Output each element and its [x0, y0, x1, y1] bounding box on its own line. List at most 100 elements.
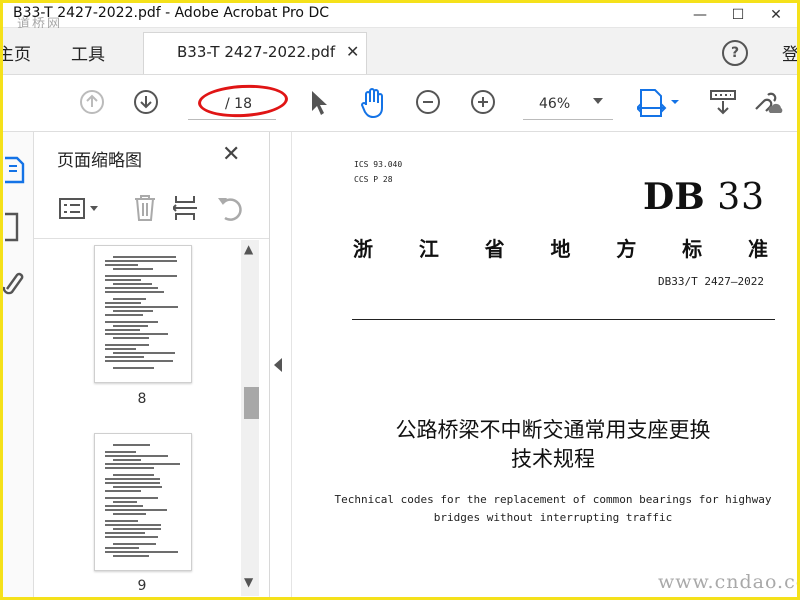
minimize-icon[interactable]: —: [685, 6, 715, 24]
thumbnail-text-line: [105, 306, 178, 308]
standard-name-char: 方: [616, 237, 637, 261]
standard-name-char: 浙: [353, 237, 373, 261]
thumbnail-text-line: [105, 451, 136, 453]
db-logo-number: 33: [717, 177, 766, 218]
panel-title: 页面缩略图: [57, 151, 142, 171]
standard-name-char: 江: [418, 237, 439, 261]
thumbnail-panel: 页面缩略图 ✕ 8 9 ▲ ▼: [34, 132, 270, 597]
tab-tools[interactable]: 工具: [71, 40, 105, 65]
zoom-in-button[interactable]: [471, 90, 495, 114]
thumbnail-list: 8 9: [34, 240, 259, 597]
thumbnail-options-icon[interactable]: [59, 198, 103, 220]
page-thumbnail[interactable]: [94, 433, 192, 571]
next-page-button[interactable]: [134, 90, 158, 114]
login-button[interactable]: 登: [782, 40, 797, 65]
thumbnail-text-line: [113, 501, 137, 503]
thumbnail-text-line: [105, 275, 177, 277]
pointer-icon[interactable]: [309, 89, 331, 117]
divider: [352, 319, 775, 320]
thumbnail-text-line: [105, 509, 167, 511]
thumbnail-text-line: [105, 329, 140, 331]
thumbnail-text-line: [105, 356, 144, 358]
bookmark-icon[interactable]: [3, 212, 25, 244]
thumbnail-text-line: [113, 459, 141, 461]
arrow-down-icon: [140, 96, 152, 109]
thumbnail-text-line: [105, 344, 149, 346]
standard-name: 浙 江 省 地 方 标 准: [353, 233, 768, 262]
thumbnail-text-line: [105, 520, 138, 522]
link-cloud-icon[interactable]: [750, 89, 784, 117]
attachment-icon[interactable]: [3, 267, 25, 297]
scrollbar-thumb[interactable]: [244, 387, 259, 419]
minus-icon: [423, 101, 433, 103]
thumbnail-text-line: [105, 455, 168, 457]
thumbnail-text-line: [105, 463, 180, 465]
thumbnail-text-line: [113, 528, 161, 530]
thumbnail-text-line: [113, 513, 146, 515]
zoom-value: 46%: [539, 96, 571, 112]
zoom-out-button[interactable]: [416, 90, 440, 114]
download-tool-icon[interactable]: [709, 89, 737, 117]
plus-icon: [478, 97, 488, 107]
thumbnail-text-line: [113, 367, 154, 369]
help-icon[interactable]: ?: [722, 40, 748, 66]
tab-home[interactable]: 主页: [3, 40, 31, 65]
thumbnail-scrollbar[interactable]: ▲ ▼: [241, 240, 259, 596]
insert-page-icon[interactable]: [173, 194, 199, 222]
thumbnail-text-line: [105, 348, 136, 350]
thumbnail-text-line: [113, 337, 149, 339]
thumbnail-text-line: [113, 543, 156, 545]
rotate-icon[interactable]: [214, 194, 244, 222]
thumbnail-text-line: [105, 497, 158, 499]
thumbnail-text-line: [105, 279, 141, 281]
previous-page-button[interactable]: [80, 90, 104, 114]
close-tab-icon[interactable]: ✕: [346, 42, 359, 61]
thumbnail-text-line: [113, 474, 154, 476]
ics-code: ICS 93.040: [354, 160, 403, 169]
zoom-select[interactable]: 46%: [523, 89, 613, 120]
thumbnail-text-line: [105, 482, 160, 484]
tab-document[interactable]: B33-T 2427-2022.pdf ✕: [143, 32, 367, 74]
thumbnail-text-line: [105, 547, 139, 549]
hand-tool-icon[interactable]: [358, 87, 388, 119]
trash-icon[interactable]: [133, 194, 157, 222]
thumbnail-text-line: [113, 352, 175, 354]
thumbnail-text-line: [105, 291, 164, 293]
english-title: Technical codes for the replacement of c…: [333, 491, 773, 527]
standard-name-char: 地: [550, 237, 571, 261]
panel-toolbar: [34, 178, 269, 239]
thumbnail-text-line: [105, 333, 168, 335]
thumbnail-text-line: [105, 260, 177, 262]
thumbnail-text-line: [113, 310, 153, 312]
title-bar: B33-T 2427-2022.pdf - Adobe Acrobat Pro …: [3, 3, 797, 32]
thumbnail-page-number: 8: [137, 391, 147, 407]
chinese-title: 公路桥梁不中断交通常用支座更换 技术规程: [333, 416, 773, 474]
toolbar: / 18 46%: [3, 75, 797, 132]
scroll-up-icon[interactable]: ▲: [244, 242, 253, 256]
thumbnail-text-line: [105, 490, 141, 492]
fit-page-icon[interactable]: [637, 86, 683, 120]
thumbnail-text-line: [113, 268, 153, 270]
ccs-code: CCS P 28: [354, 175, 393, 184]
collapse-panel-icon[interactable]: [274, 358, 282, 372]
maximize-icon[interactable]: ☐: [723, 6, 753, 24]
english-title-line: bridges without interrupting traffic: [433, 511, 673, 524]
thumbnail-page-number: 9: [137, 578, 147, 594]
scroll-down-icon[interactable]: ▼: [244, 575, 253, 589]
close-window-icon[interactable]: ✕: [761, 6, 791, 24]
page-thumbnails-icon[interactable]: [3, 154, 25, 184]
thumbnail-text-line: [113, 444, 150, 446]
thumbnail-text-line: [105, 478, 160, 480]
thumbnail-text-line: [105, 536, 158, 538]
thumbnail-text-line: [113, 555, 149, 557]
close-panel-icon[interactable]: ✕: [222, 142, 240, 167]
db-logo-letters: DB: [643, 176, 705, 218]
chinese-title-line: 公路桥梁不中断交通常用支座更换: [395, 418, 711, 442]
thumbnail-text-line: [105, 314, 143, 316]
thumbnail-text-line: [105, 551, 178, 553]
thumbnail-text-line: [113, 486, 162, 488]
page-thumbnail[interactable]: [94, 245, 192, 383]
app-window: B33-T 2427-2022.pdf - Adobe Acrobat Pro …: [0, 0, 800, 600]
site-watermark: www.cndao.com: [658, 571, 797, 593]
document-tab-label: B33-T 2427-2022.pdf: [177, 43, 336, 61]
